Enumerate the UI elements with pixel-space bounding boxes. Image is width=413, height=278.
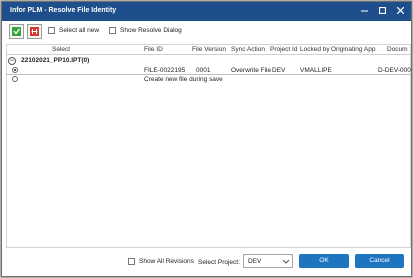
sync-action-cell: Overwrite File bbox=[231, 67, 272, 74]
project-select-value: DEV bbox=[248, 258, 262, 265]
maximize-icon bbox=[379, 7, 386, 14]
show-resolve-dialog-checkbox[interactable]: Show Resolve Dialog bbox=[109, 27, 182, 34]
column-header-file-version[interactable]: File Version bbox=[192, 46, 226, 53]
dialog-title: Infor PLM - Resolve File Identity bbox=[10, 7, 117, 14]
column-header-document[interactable]: Docum bbox=[387, 46, 408, 53]
column-header-originating-app[interactable]: Originating App bbox=[331, 46, 375, 53]
column-header-locked-by[interactable]: Locked by bbox=[300, 46, 330, 53]
add-file-button[interactable] bbox=[9, 24, 24, 39]
project-id-cell: DEV bbox=[272, 67, 286, 74]
minimize-button[interactable] bbox=[358, 4, 371, 18]
table-row[interactable]: Create new file during save bbox=[6, 75, 411, 84]
checkbox-box bbox=[128, 258, 135, 265]
resolve-file-identity-dialog: Infor PLM - Resolve File Identity Select… bbox=[1, 1, 412, 277]
close-button[interactable] bbox=[394, 4, 407, 18]
select-project-label: Select Project: bbox=[198, 259, 240, 266]
remove-file-button[interactable] bbox=[27, 24, 42, 39]
minimize-icon bbox=[361, 10, 368, 12]
grid-header: Select File ID File Version Sync Action … bbox=[6, 44, 411, 55]
column-header-project-id[interactable]: Project Id bbox=[270, 46, 297, 53]
select-all-new-checkbox[interactable]: Select all new bbox=[48, 27, 99, 34]
close-icon bbox=[397, 7, 404, 14]
toolbar: Select all new Show Resolve Dialog bbox=[2, 21, 411, 43]
column-header-sync-action[interactable]: Sync Action bbox=[231, 46, 265, 53]
dialog-footer: Show All Revisions Select Project: DEV O… bbox=[2, 252, 411, 276]
checkbox-box bbox=[48, 27, 55, 34]
column-header-file-id[interactable]: File ID bbox=[144, 46, 163, 53]
select-radio[interactable] bbox=[12, 76, 18, 82]
document-cell: D-DEV-000 bbox=[378, 67, 411, 74]
ok-button[interactable]: OK bbox=[299, 254, 349, 268]
checkbox-box bbox=[109, 27, 116, 34]
remove-file-icon bbox=[30, 27, 39, 36]
chevron-down-icon bbox=[283, 259, 289, 264]
add-file-icon bbox=[12, 27, 21, 36]
title-bar: Infor PLM - Resolve File Identity bbox=[2, 2, 411, 21]
column-header-select[interactable]: Select bbox=[52, 46, 70, 53]
show-resolve-dialog-label: Show Resolve Dialog bbox=[120, 27, 182, 34]
file-id-cell: FILE-0022195 bbox=[144, 67, 186, 74]
group-label: 22102021_PP10.IPT(0) bbox=[21, 57, 90, 64]
cancel-button[interactable]: Cancel bbox=[355, 254, 404, 268]
show-all-revisions-checkbox[interactable]: Show All Revisions bbox=[128, 258, 194, 265]
collapse-icon[interactable]: − bbox=[8, 57, 16, 65]
maximize-button[interactable] bbox=[376, 4, 389, 18]
select-all-new-label: Select all new bbox=[59, 27, 100, 34]
show-all-revisions-label: Show All Revisions bbox=[139, 258, 194, 265]
locked-by-cell: VMALLIPE bbox=[300, 67, 332, 74]
file-version-cell: 0001 bbox=[196, 67, 211, 74]
project-select[interactable]: DEV bbox=[243, 254, 293, 268]
select-radio[interactable] bbox=[12, 67, 18, 73]
create-new-file-cell: Create new file during save bbox=[144, 76, 223, 83]
